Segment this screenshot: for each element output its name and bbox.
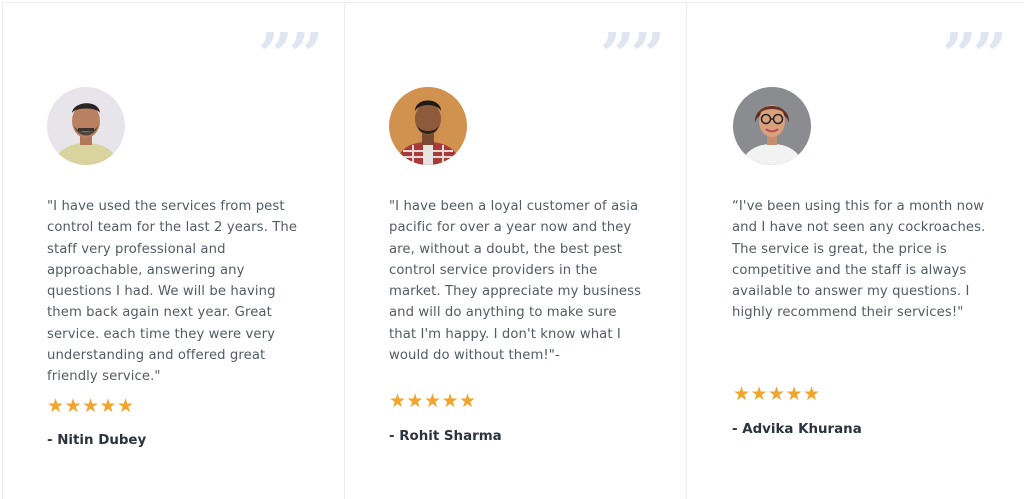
avatar-image (733, 87, 811, 165)
quote-icon: ”” (257, 21, 323, 91)
author-name: - Advika Khurana (732, 422, 862, 437)
star-icon: ★ (803, 383, 821, 405)
avatar (389, 87, 467, 165)
avatar (733, 87, 811, 165)
star-icon: ★ (733, 383, 751, 405)
star-icon: ★ (750, 383, 768, 405)
review-text: “I've been using this for a month now an… (732, 199, 986, 321)
testimonial-card: ”” "I have been a loyal customer of asia… (344, 2, 687, 499)
author-name: - Rohit Sharma (389, 429, 502, 444)
star-icon: ★ (117, 395, 135, 417)
star-icon: ★ (389, 390, 407, 412)
star-icon: ★ (99, 395, 117, 417)
star-icon: ★ (768, 383, 786, 405)
testimonials-section: ”” "I have used the services from pest c… (2, 2, 1024, 499)
review-text: "I have used the services from pest cont… (47, 199, 298, 385)
quote-icon: ”” (599, 21, 665, 91)
rating-stars: ★★★★★ (733, 384, 821, 404)
quote-icon: ”” (941, 21, 1007, 91)
star-icon: ★ (82, 395, 100, 417)
star-icon: ★ (785, 383, 803, 405)
testimonial-card: ”” "I have used the services from pest c… (2, 2, 345, 499)
avatar-image (389, 87, 467, 165)
star-icon: ★ (459, 390, 477, 412)
review-text: "I have been a loyal customer of asia pa… (389, 199, 642, 364)
rating-stars: ★★★★★ (389, 391, 477, 411)
star-icon: ★ (424, 390, 442, 412)
avatar (47, 87, 125, 165)
author-name: - Nitin Dubey (47, 433, 147, 448)
star-icon: ★ (47, 395, 65, 417)
star-icon: ★ (441, 390, 459, 412)
testimonial-card: ”” “I've been using this for a month now… (686, 2, 1024, 499)
avatar-image (47, 87, 125, 165)
star-icon: ★ (406, 390, 424, 412)
rating-stars: ★★★★★ (47, 396, 135, 416)
star-icon: ★ (64, 395, 82, 417)
